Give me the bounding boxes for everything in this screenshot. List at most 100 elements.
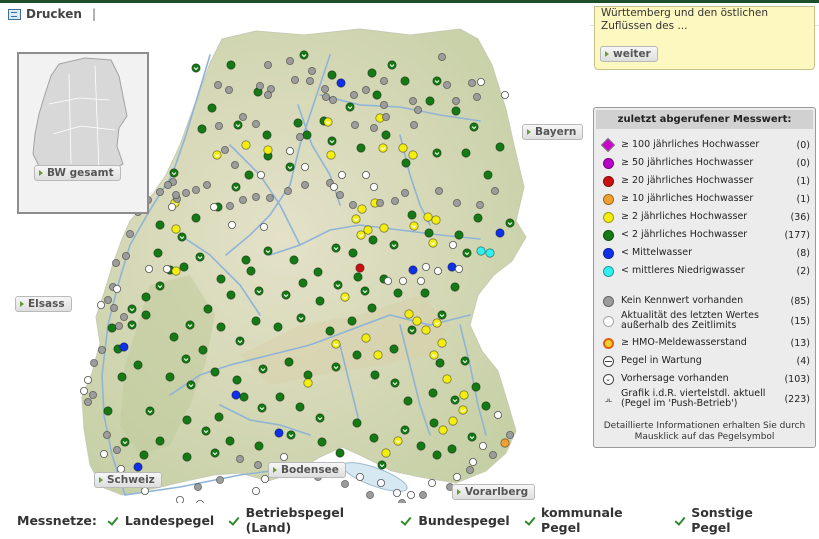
gauge-station-white[interactable] [416, 276, 425, 285]
gauge-station-gray[interactable] [434, 186, 443, 195]
gauge-station-green[interactable] [372, 90, 382, 100]
gauge-station-green[interactable] [246, 266, 256, 276]
gauge-station-green[interactable] [435, 358, 445, 368]
gauge-station-gray[interactable] [90, 358, 99, 367]
nav-schweiz-button[interactable]: Schweiz [94, 472, 162, 488]
gauge-map[interactable]: BW gesamt Bayern Elsass Schweiz Bodensee… [0, 25, 590, 503]
gauge-station-green[interactable] [153, 248, 163, 258]
gauge-station-gray[interactable] [488, 450, 497, 459]
gauge-station-gray[interactable] [251, 192, 260, 201]
network-toggle-landespegel[interactable]: Landespegel [109, 513, 214, 528]
gauge-station-yellow[interactable] [323, 117, 333, 127]
gauge-station-green[interactable] [377, 460, 387, 470]
gauge-station-green[interactable] [333, 280, 343, 290]
gauge-station-yellow[interactable] [212, 150, 222, 160]
gauge-station-gray[interactable] [375, 198, 384, 207]
gauge-station-gray[interactable] [285, 57, 294, 66]
gauge-station-yellow[interactable] [326, 150, 336, 160]
gauge-station-white[interactable] [369, 182, 378, 191]
gauge-station-green[interactable] [177, 232, 187, 242]
gauge-station-green[interactable] [420, 288, 430, 298]
gauge-station-gray[interactable] [361, 86, 370, 95]
gauge-station-gray[interactable] [171, 190, 180, 199]
gauge-station-yellow[interactable] [351, 214, 361, 224]
gauge-station-white[interactable] [84, 375, 93, 384]
gauge-station-yellow[interactable] [361, 333, 371, 343]
gauge-station-gray[interactable] [300, 180, 309, 189]
gauge-station-green[interactable] [141, 292, 151, 302]
gauge-station-gray[interactable] [472, 93, 481, 102]
gauge-station-gray[interactable] [215, 475, 224, 484]
gauge-station-gray[interactable] [193, 482, 202, 491]
network-toggle-sonstige-pegel[interactable]: Sonstige Pegel [676, 505, 791, 535]
gauge-station-green[interactable] [197, 124, 207, 134]
gauge-station-green[interactable] [117, 372, 127, 382]
overview-map-panel[interactable] [17, 52, 149, 214]
gauge-station-white[interactable] [427, 478, 436, 487]
gauge-station-blue[interactable] [336, 78, 346, 88]
gauge-station-gray[interactable] [220, 146, 229, 155]
gauge-station-gray[interactable] [379, 77, 388, 86]
gauge-station-green[interactable] [469, 122, 479, 132]
gauge-station-yellow[interactable] [381, 448, 391, 458]
gauge-station-green[interactable] [335, 448, 345, 458]
gauge-station-gray[interactable] [349, 91, 358, 100]
gauge-station-yellow[interactable] [241, 140, 251, 150]
gauge-station-green[interactable] [429, 418, 439, 428]
gauge-station-white[interactable] [452, 472, 461, 481]
gauge-station-green[interactable] [299, 50, 309, 60]
gauge-station-green[interactable] [353, 272, 363, 282]
gauge-station-green[interactable] [181, 354, 191, 364]
gauge-station-green[interactable] [207, 103, 217, 113]
gauge-station-gray[interactable] [348, 200, 357, 209]
nav-bodensee-button[interactable]: Bodensee [268, 462, 346, 478]
gauge-station-yellow[interactable] [459, 390, 469, 400]
gauge-station-gray[interactable] [213, 81, 222, 90]
gauge-station-white[interactable] [162, 264, 171, 273]
gauge-station-green[interactable] [257, 403, 267, 413]
gauge-station-yellow[interactable] [442, 374, 452, 384]
gauge-station-gray[interactable] [467, 79, 476, 88]
gauge-station-green[interactable] [127, 304, 137, 314]
gauge-station-white[interactable] [500, 91, 509, 100]
gauge-station-green[interactable] [451, 106, 461, 116]
gauge-station-green[interactable] [216, 322, 226, 332]
gauge-station-gray[interactable] [110, 303, 119, 312]
gauge-station-white[interactable] [392, 488, 401, 497]
gauge-station-gray[interactable] [181, 188, 190, 197]
gauge-station-white[interactable] [468, 457, 477, 466]
gauge-station-green[interactable] [258, 364, 268, 374]
gauge-station-green[interactable] [325, 326, 335, 336]
gauge-station-green[interactable] [203, 304, 213, 314]
gauge-station-green[interactable] [352, 418, 362, 428]
gauge-station-green[interactable] [369, 433, 379, 443]
gauge-station-gray[interactable] [290, 76, 299, 85]
gauge-station-gray[interactable] [120, 312, 129, 321]
gauge-station-gray[interactable] [408, 97, 417, 106]
gauge-station-white[interactable] [176, 496, 184, 503]
gauge-station-white[interactable] [448, 240, 457, 249]
gauge-station-gray[interactable] [465, 465, 474, 474]
gauge-station-white[interactable] [300, 162, 309, 171]
gauge-station-white[interactable] [209, 202, 218, 211]
gauge-station-gray[interactable] [265, 193, 274, 202]
gauge-station-gray[interactable] [163, 180, 172, 189]
gauge-station-white[interactable] [80, 386, 89, 395]
gauge-station-gray[interactable] [305, 77, 314, 86]
gauge-station-green[interactable] [165, 372, 175, 382]
gauge-station-white[interactable] [433, 266, 442, 275]
gauge-station-gray[interactable] [365, 490, 374, 499]
gauge-station-green[interactable] [401, 158, 411, 168]
nav-bayern-button[interactable]: Bayern [522, 124, 584, 140]
gauge-station-gray[interactable] [350, 121, 359, 130]
gauge-station-green[interactable] [327, 136, 337, 146]
network-toggle-bundespegel[interactable]: Bundespegel [402, 513, 509, 528]
network-toggle-betriebspegel[interactable]: Betriebspegel (Land) [230, 505, 386, 535]
gauge-station-green[interactable] [302, 130, 312, 140]
gauge-station-green[interactable] [424, 228, 434, 238]
gauge-station-gray[interactable] [307, 67, 316, 76]
gauge-station-green[interactable] [389, 344, 399, 354]
gauge-station-green[interactable] [210, 448, 220, 458]
gauge-station-green[interactable] [145, 406, 155, 416]
gauge-station-green[interactable] [169, 332, 179, 342]
